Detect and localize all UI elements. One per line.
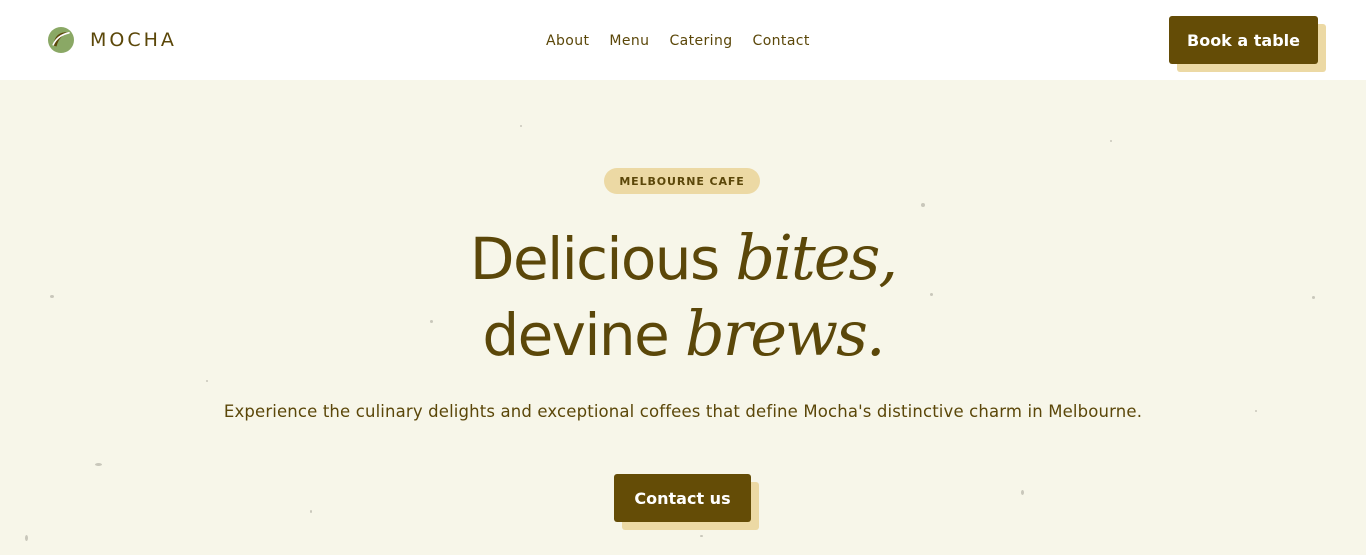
hero-section: MELBOURNE CAFE Delicious bites, devine b… [0,80,1366,555]
hero-subtext: Experience the culinary delights and exc… [223,402,1143,421]
paper-texture-speck [1021,490,1024,495]
main-nav: About Menu Catering Contact [546,31,810,51]
hero-headline: Delicious bites, devine brews. [283,220,1083,372]
book-table-button-group: Book a table [1169,16,1326,72]
location-badge: MELBOURNE CAFE [604,168,760,194]
brand-logo-link[interactable]: MOCHA [47,26,177,54]
headline-word-plain: Delicious [469,225,736,293]
brand-name: MOCHA [90,29,177,51]
nav-item-contact[interactable]: Contact [753,31,810,51]
paper-texture-speck [95,463,102,466]
paper-texture-speck [1255,410,1257,412]
headline-word-plain: devine [482,301,685,369]
paper-texture-speck [1110,140,1112,142]
paper-texture-speck [25,535,28,541]
nav-item-catering[interactable]: Catering [669,31,732,51]
leaf-circle-logo-icon [48,27,74,53]
paper-texture-speck [50,295,54,298]
headline-line-1: Delicious bites, [283,220,1083,296]
nav-item-menu[interactable]: Menu [609,31,649,51]
contact-button-group: Contact us [614,474,759,530]
paper-texture-speck [700,535,703,537]
paper-texture-speck [520,125,522,127]
nav-item-about[interactable]: About [546,31,589,51]
contact-us-button[interactable]: Contact us [614,474,751,522]
headline-word-italic: brews. [685,297,886,370]
site-header: MOCHA About Menu Catering Contact Book a… [0,0,1366,80]
headline-line-2: devine brews. [283,296,1083,372]
paper-texture-speck [310,510,312,513]
paper-texture-speck [206,380,208,382]
book-table-button[interactable]: Book a table [1169,16,1318,64]
headline-word-italic: bites, [735,221,898,294]
paper-texture-speck [921,203,925,207]
paper-texture-speck [1312,296,1315,299]
